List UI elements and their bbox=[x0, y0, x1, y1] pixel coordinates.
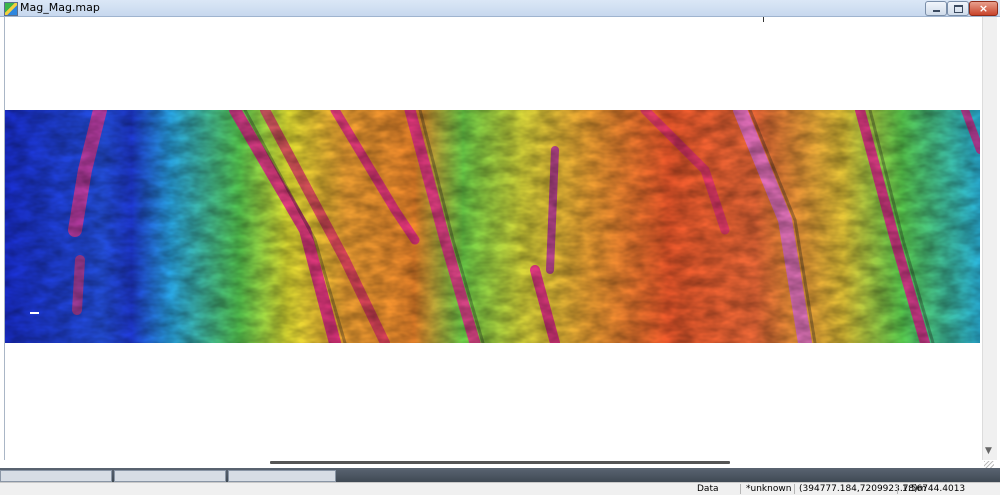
tab-group-1[interactable] bbox=[0, 470, 112, 482]
scroll-down-arrow-icon[interactable]: ▼ bbox=[985, 446, 992, 456]
tab-group-2[interactable] bbox=[114, 470, 226, 482]
tab-group-3[interactable] bbox=[228, 470, 336, 482]
minimize-button[interactable] bbox=[925, 1, 947, 16]
crosshair-cursor-icon bbox=[763, 17, 764, 22]
maximize-icon bbox=[953, 4, 963, 13]
map-marker bbox=[30, 312, 39, 314]
minimize-icon bbox=[932, 10, 940, 12]
texture-overlay bbox=[5, 110, 980, 343]
status-scale: 1:56744.4013 bbox=[902, 484, 966, 494]
window-title: Mag_Mag.map bbox=[20, 1, 100, 14]
window-title-bar[interactable]: Mag_Mag.map × bbox=[0, 0, 1000, 17]
close-icon: × bbox=[978, 2, 989, 15]
horizontal-scroll-thumb[interactable] bbox=[270, 461, 730, 464]
maximize-button[interactable] bbox=[947, 1, 969, 16]
close-button[interactable]: × bbox=[969, 1, 998, 16]
status-projection: *unknown bbox=[746, 484, 792, 494]
status-bar: Data *unknown (394777.184,7209923.78)m 1… bbox=[0, 482, 1000, 495]
status-mode: Data bbox=[697, 484, 719, 494]
status-divider bbox=[740, 484, 741, 494]
status-divider bbox=[794, 484, 795, 494]
magnetic-anomaly-image[interactable] bbox=[5, 110, 980, 343]
map-window-icon bbox=[4, 2, 18, 16]
vertical-scrollbar[interactable]: ▼ bbox=[982, 17, 997, 460]
status-divider bbox=[897, 484, 898, 494]
